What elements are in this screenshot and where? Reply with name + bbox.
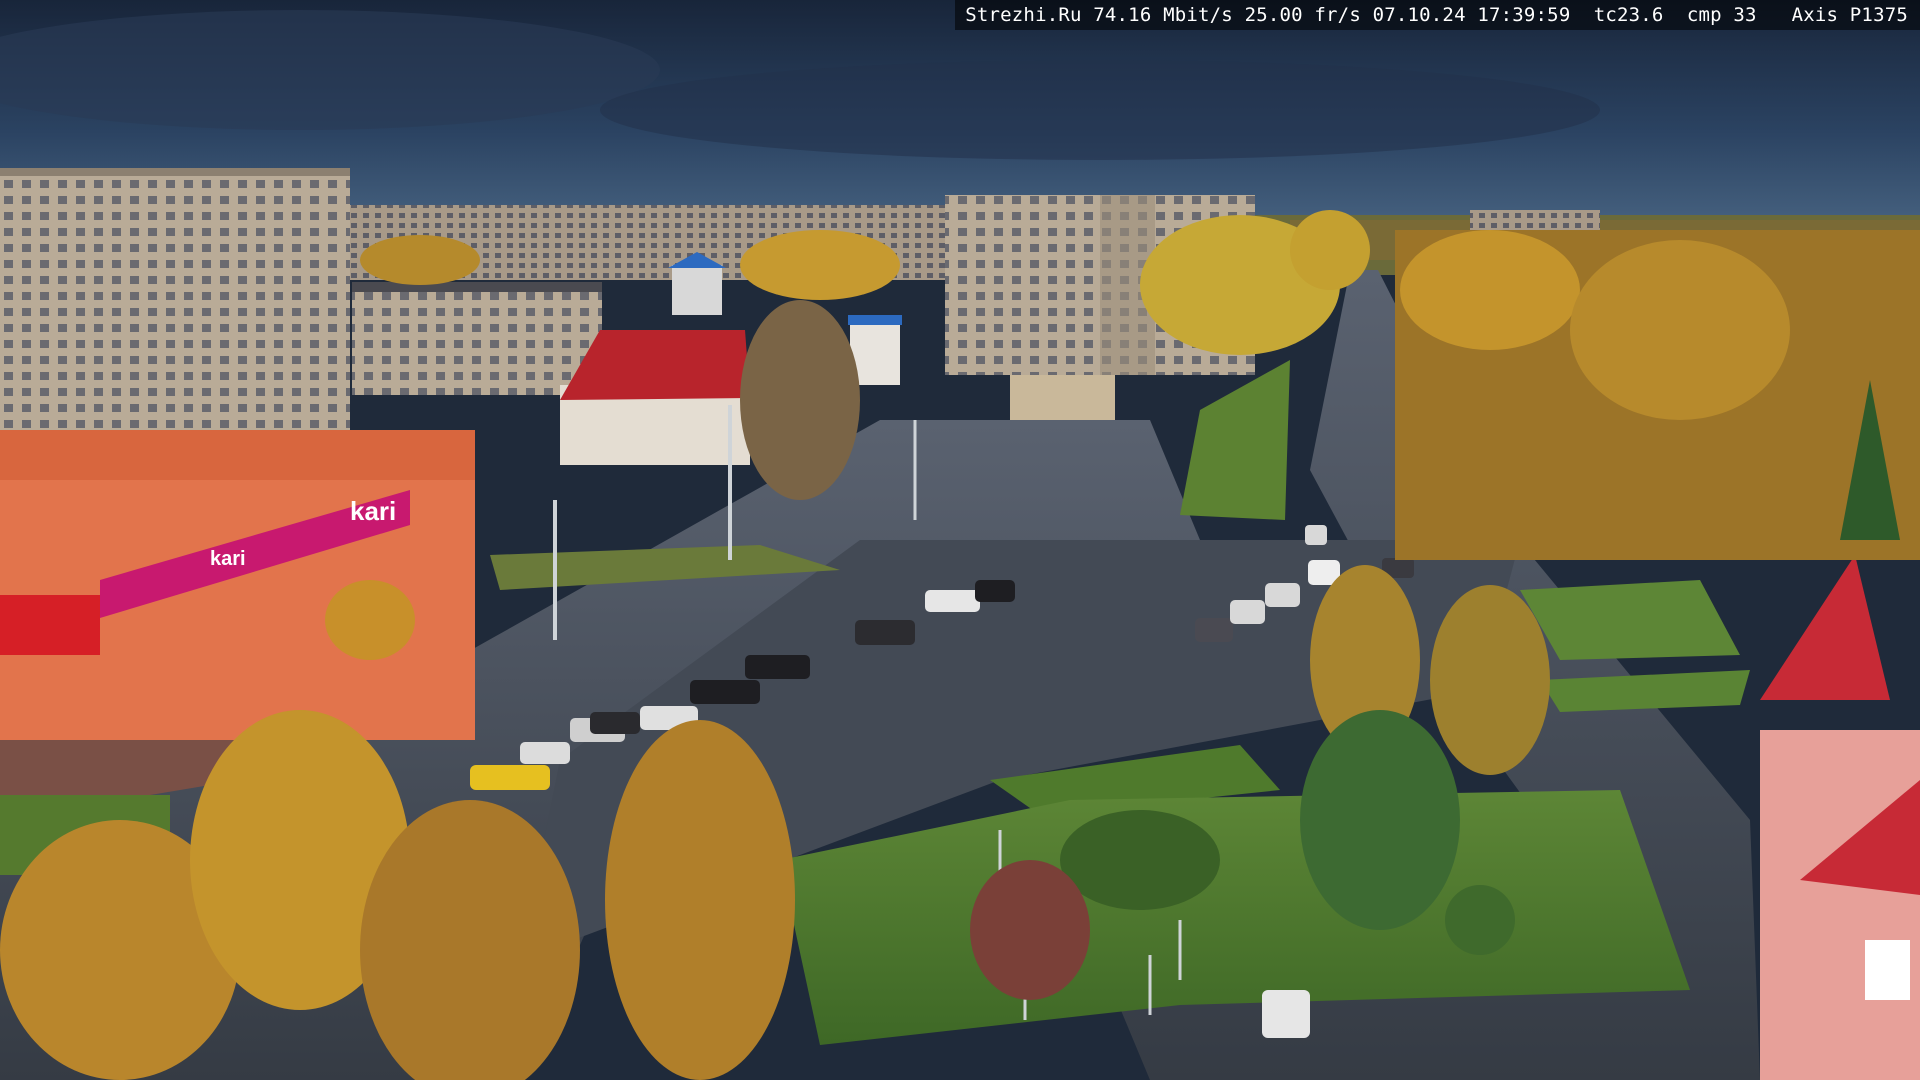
autumn-tree [1290, 210, 1370, 290]
blue-tower [672, 265, 722, 315]
webcam-scene: kari kari [0, 0, 1920, 1080]
kari-sign-banner: kari [210, 548, 246, 570]
autumn-tree [740, 230, 900, 300]
car [925, 590, 980, 612]
pink-building-window [1865, 940, 1910, 1000]
kari-sign-main: kari [350, 496, 396, 526]
conifer-tree [1300, 710, 1460, 930]
car [1230, 600, 1265, 624]
car [975, 580, 1015, 602]
autumn-tree [360, 235, 480, 285]
cloud [600, 60, 1600, 160]
apartment-building-roof [352, 282, 602, 292]
car [855, 620, 915, 645]
car [1305, 525, 1327, 545]
grass-median-far [1180, 360, 1290, 520]
storefront-upper [0, 430, 475, 480]
autumn-tree [1570, 240, 1790, 420]
car [745, 655, 810, 679]
car [690, 680, 760, 704]
autumn-tree [325, 580, 415, 660]
pink-building-roof [1760, 555, 1890, 700]
small-building-roof [848, 315, 902, 325]
car [1265, 583, 1300, 607]
car [470, 765, 550, 790]
low-building [1010, 375, 1115, 420]
car [520, 742, 570, 764]
shrub [1445, 885, 1515, 955]
storefront-red-block [0, 595, 100, 655]
shrub [970, 860, 1090, 1000]
autumn-tree [740, 300, 860, 500]
autumn-tree [1400, 230, 1580, 350]
car [1262, 990, 1310, 1038]
car [1195, 618, 1233, 642]
autumn-tree [1430, 585, 1550, 775]
apartment-block-left-roof [0, 168, 350, 176]
car [590, 712, 640, 734]
apartment-building [352, 290, 602, 395]
pink-building [1760, 730, 1920, 1080]
shrub [1060, 810, 1220, 910]
autumn-tree [605, 720, 795, 1080]
camera-overlay-text: Strezhi.Ru 74.16 Mbit/s 25.00 fr/s 07.10… [955, 0, 1920, 30]
